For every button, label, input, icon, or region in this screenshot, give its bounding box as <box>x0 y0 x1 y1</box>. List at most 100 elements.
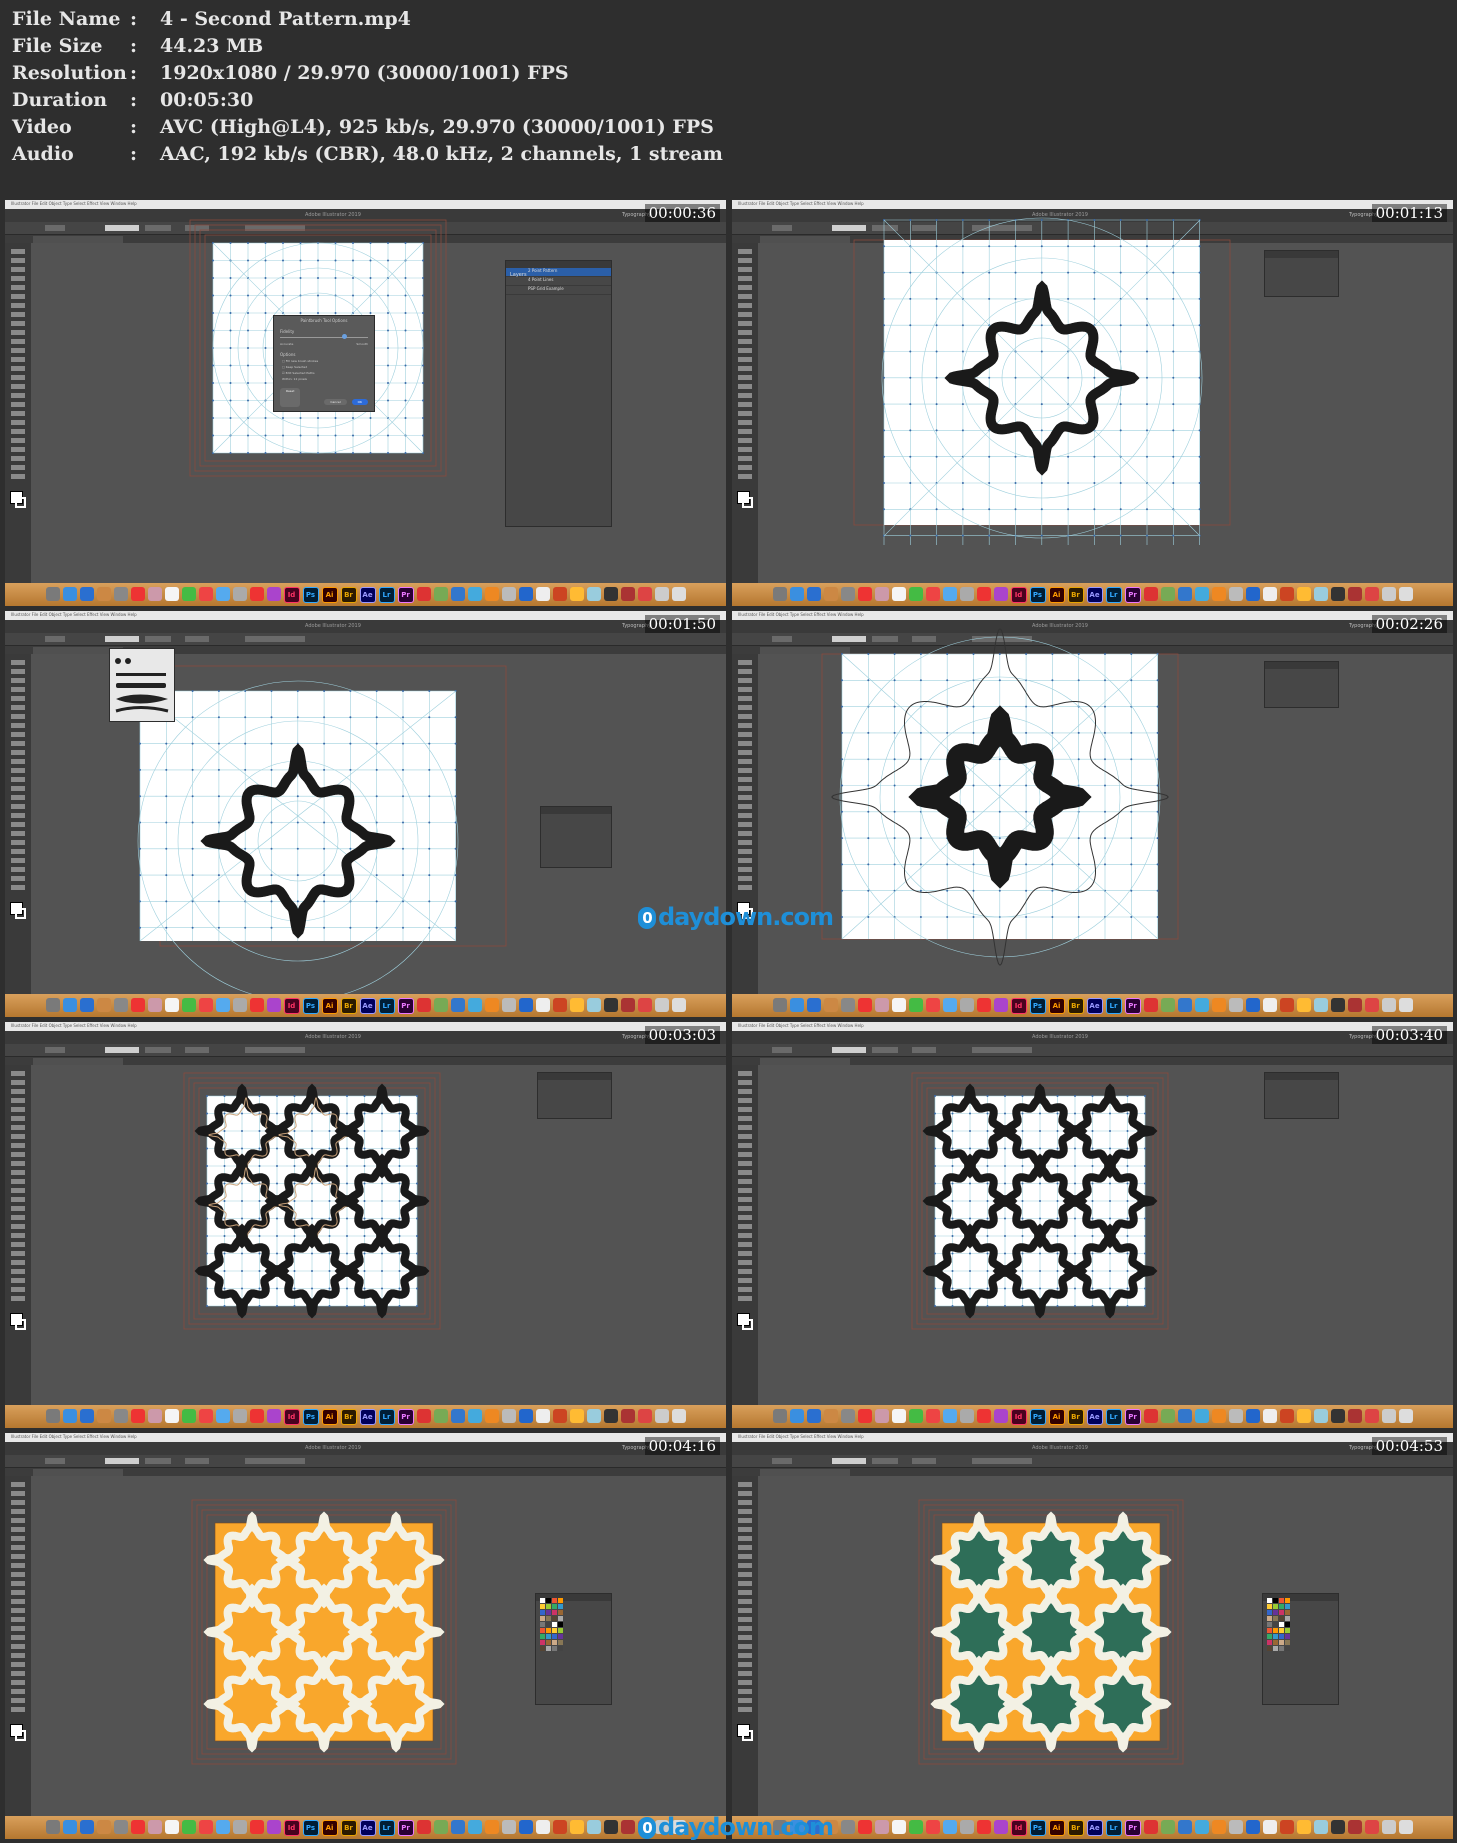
artboard-canvas[interactable] <box>5 1022 726 1428</box>
dock-app-icon[interactable] <box>62 998 77 1012</box>
artboard-canvas[interactable] <box>732 200 1453 606</box>
dock-app-icon[interactable] <box>1245 587 1260 601</box>
adobe-app-icon[interactable]: Br <box>1067 998 1084 1014</box>
dock-app-icon[interactable] <box>450 998 465 1012</box>
dock-app-icon[interactable] <box>96 587 111 601</box>
dock-app-icon[interactable] <box>959 998 974 1012</box>
keep-selected-checkbox[interactable]: □ Keep Selected <box>282 365 374 369</box>
dock-app-icon[interactable] <box>113 998 128 1012</box>
dock-app-icon[interactable] <box>891 587 906 601</box>
dock-app-icon[interactable] <box>671 1409 686 1423</box>
pathfinder-panel[interactable] <box>1264 250 1339 297</box>
dock-app-icon[interactable] <box>993 1409 1008 1423</box>
dock-app-icon[interactable] <box>772 998 787 1012</box>
dock-app-icon[interactable] <box>198 998 213 1012</box>
dock-app-icon[interactable] <box>1177 1820 1192 1834</box>
dock-app-icon[interactable] <box>976 587 991 601</box>
dock-app-icon[interactable] <box>891 1409 906 1423</box>
adobe-app-icon[interactable]: Lr <box>378 1409 395 1425</box>
dock-app-icon[interactable] <box>857 587 872 601</box>
dock-app-icon[interactable] <box>569 1409 584 1423</box>
reset-button[interactable]: Reset <box>280 388 301 407</box>
adobe-app-icon[interactable]: Lr <box>378 1820 395 1836</box>
dock-app-icon[interactable] <box>552 1409 567 1423</box>
dock-app-icon[interactable] <box>569 1820 584 1834</box>
dock-app-icon[interactable] <box>1313 1820 1328 1834</box>
dock-app-icon[interactable] <box>1228 1820 1243 1834</box>
dock-app-icon[interactable] <box>1279 1409 1294 1423</box>
adobe-app-icon[interactable]: Lr <box>1105 998 1122 1014</box>
dock-app-icon[interactable] <box>1160 1409 1175 1423</box>
dock-app-icon[interactable] <box>789 998 804 1012</box>
dock-app-icon[interactable] <box>518 1820 533 1834</box>
dock-app-icon[interactable] <box>569 587 584 601</box>
adobe-app-icon[interactable]: Lr <box>1105 587 1122 603</box>
dock-app-icon[interactable] <box>654 1409 669 1423</box>
dock-app-icon[interactable] <box>1398 1820 1413 1834</box>
dock-app-icon[interactable] <box>215 1409 230 1423</box>
dock-app-icon[interactable] <box>1279 998 1294 1012</box>
dock-app-icon[interactable] <box>1160 1820 1175 1834</box>
within-value[interactable]: 12 <box>294 377 298 381</box>
dock-app-icon[interactable] <box>1211 998 1226 1012</box>
pathfinder-panel[interactable] <box>1264 661 1339 708</box>
adobe-app-icon[interactable]: Ai <box>1048 587 1065 603</box>
dock-app-icon[interactable] <box>467 1409 482 1423</box>
adobe-app-icon[interactable]: Id <box>283 998 300 1014</box>
dock-app-icon[interactable] <box>586 1409 601 1423</box>
swatches-panel[interactable] <box>1262 1593 1339 1705</box>
dock-app-icon[interactable] <box>840 587 855 601</box>
dock-app-icon[interactable] <box>942 587 957 601</box>
dock-app-icon[interactable] <box>552 587 567 601</box>
dock-app-icon[interactable] <box>874 1820 889 1834</box>
dock-app-icon[interactable] <box>1262 1820 1277 1834</box>
dock-app-icon[interactable] <box>450 587 465 601</box>
dock-app-icon[interactable] <box>1143 998 1158 1012</box>
dock-app-icon[interactable] <box>772 587 787 601</box>
dock-app-icon[interactable] <box>1211 1820 1226 1834</box>
adobe-app-icon[interactable]: Id <box>1010 587 1027 603</box>
adobe-app-icon[interactable]: Pr <box>1124 1820 1141 1836</box>
dock-app-icon[interactable] <box>1347 587 1362 601</box>
dock-app-icon[interactable] <box>1143 1820 1158 1834</box>
dock-app-icon[interactable] <box>450 1820 465 1834</box>
swatches-panel[interactable] <box>535 1593 612 1705</box>
dock-app-icon[interactable] <box>1398 1409 1413 1423</box>
adobe-app-icon[interactable]: Id <box>283 1409 300 1425</box>
dock-app-icon[interactable] <box>806 998 821 1012</box>
artboard-canvas[interactable] <box>732 611 1453 1017</box>
adobe-app-icon[interactable]: Br <box>340 998 357 1014</box>
dock-app-icon[interactable] <box>164 998 179 1012</box>
dock-app-icon[interactable] <box>232 998 247 1012</box>
adobe-app-icon[interactable]: Br <box>340 1409 357 1425</box>
adobe-app-icon[interactable]: Id <box>1010 1820 1027 1836</box>
adobe-app-icon[interactable]: Ai <box>1048 1820 1065 1836</box>
dock-app-icon[interactable] <box>45 1820 60 1834</box>
dock-app-icon[interactable] <box>1228 998 1243 1012</box>
adobe-app-icon[interactable]: Id <box>283 587 300 603</box>
cancel-button[interactable]: Cancel <box>324 399 347 405</box>
dock-app-icon[interactable] <box>908 1409 923 1423</box>
dock-app-icon[interactable] <box>1313 1409 1328 1423</box>
dock-app-icon[interactable] <box>484 1409 499 1423</box>
dock-app-icon[interactable] <box>1313 587 1328 601</box>
dock-app-icon[interactable] <box>164 1409 179 1423</box>
dock-app-icon[interactable] <box>232 587 247 601</box>
adobe-app-icon[interactable]: Pr <box>397 998 414 1014</box>
dock-app-icon[interactable] <box>1177 998 1192 1012</box>
dock-app-icon[interactable] <box>164 1820 179 1834</box>
adobe-app-icon[interactable]: Ae <box>1086 587 1103 603</box>
dock-app-icon[interactable] <box>232 1820 247 1834</box>
dock-app-icon[interactable] <box>433 587 448 601</box>
dock-app-icon[interactable] <box>976 1409 991 1423</box>
dock-app-icon[interactable] <box>586 1820 601 1834</box>
adobe-app-icon[interactable]: Pr <box>397 1820 414 1836</box>
pathfinder-panel[interactable] <box>1264 1072 1339 1119</box>
dock-app-icon[interactable] <box>249 1409 264 1423</box>
dock-app-icon[interactable] <box>1296 1820 1311 1834</box>
dock-app-icon[interactable] <box>1347 1409 1362 1423</box>
adobe-app-icon[interactable]: Id <box>1010 1409 1027 1425</box>
dock-app-icon[interactable] <box>993 1820 1008 1834</box>
dock-app-icon[interactable] <box>959 1820 974 1834</box>
dock-app-icon[interactable] <box>959 1409 974 1423</box>
